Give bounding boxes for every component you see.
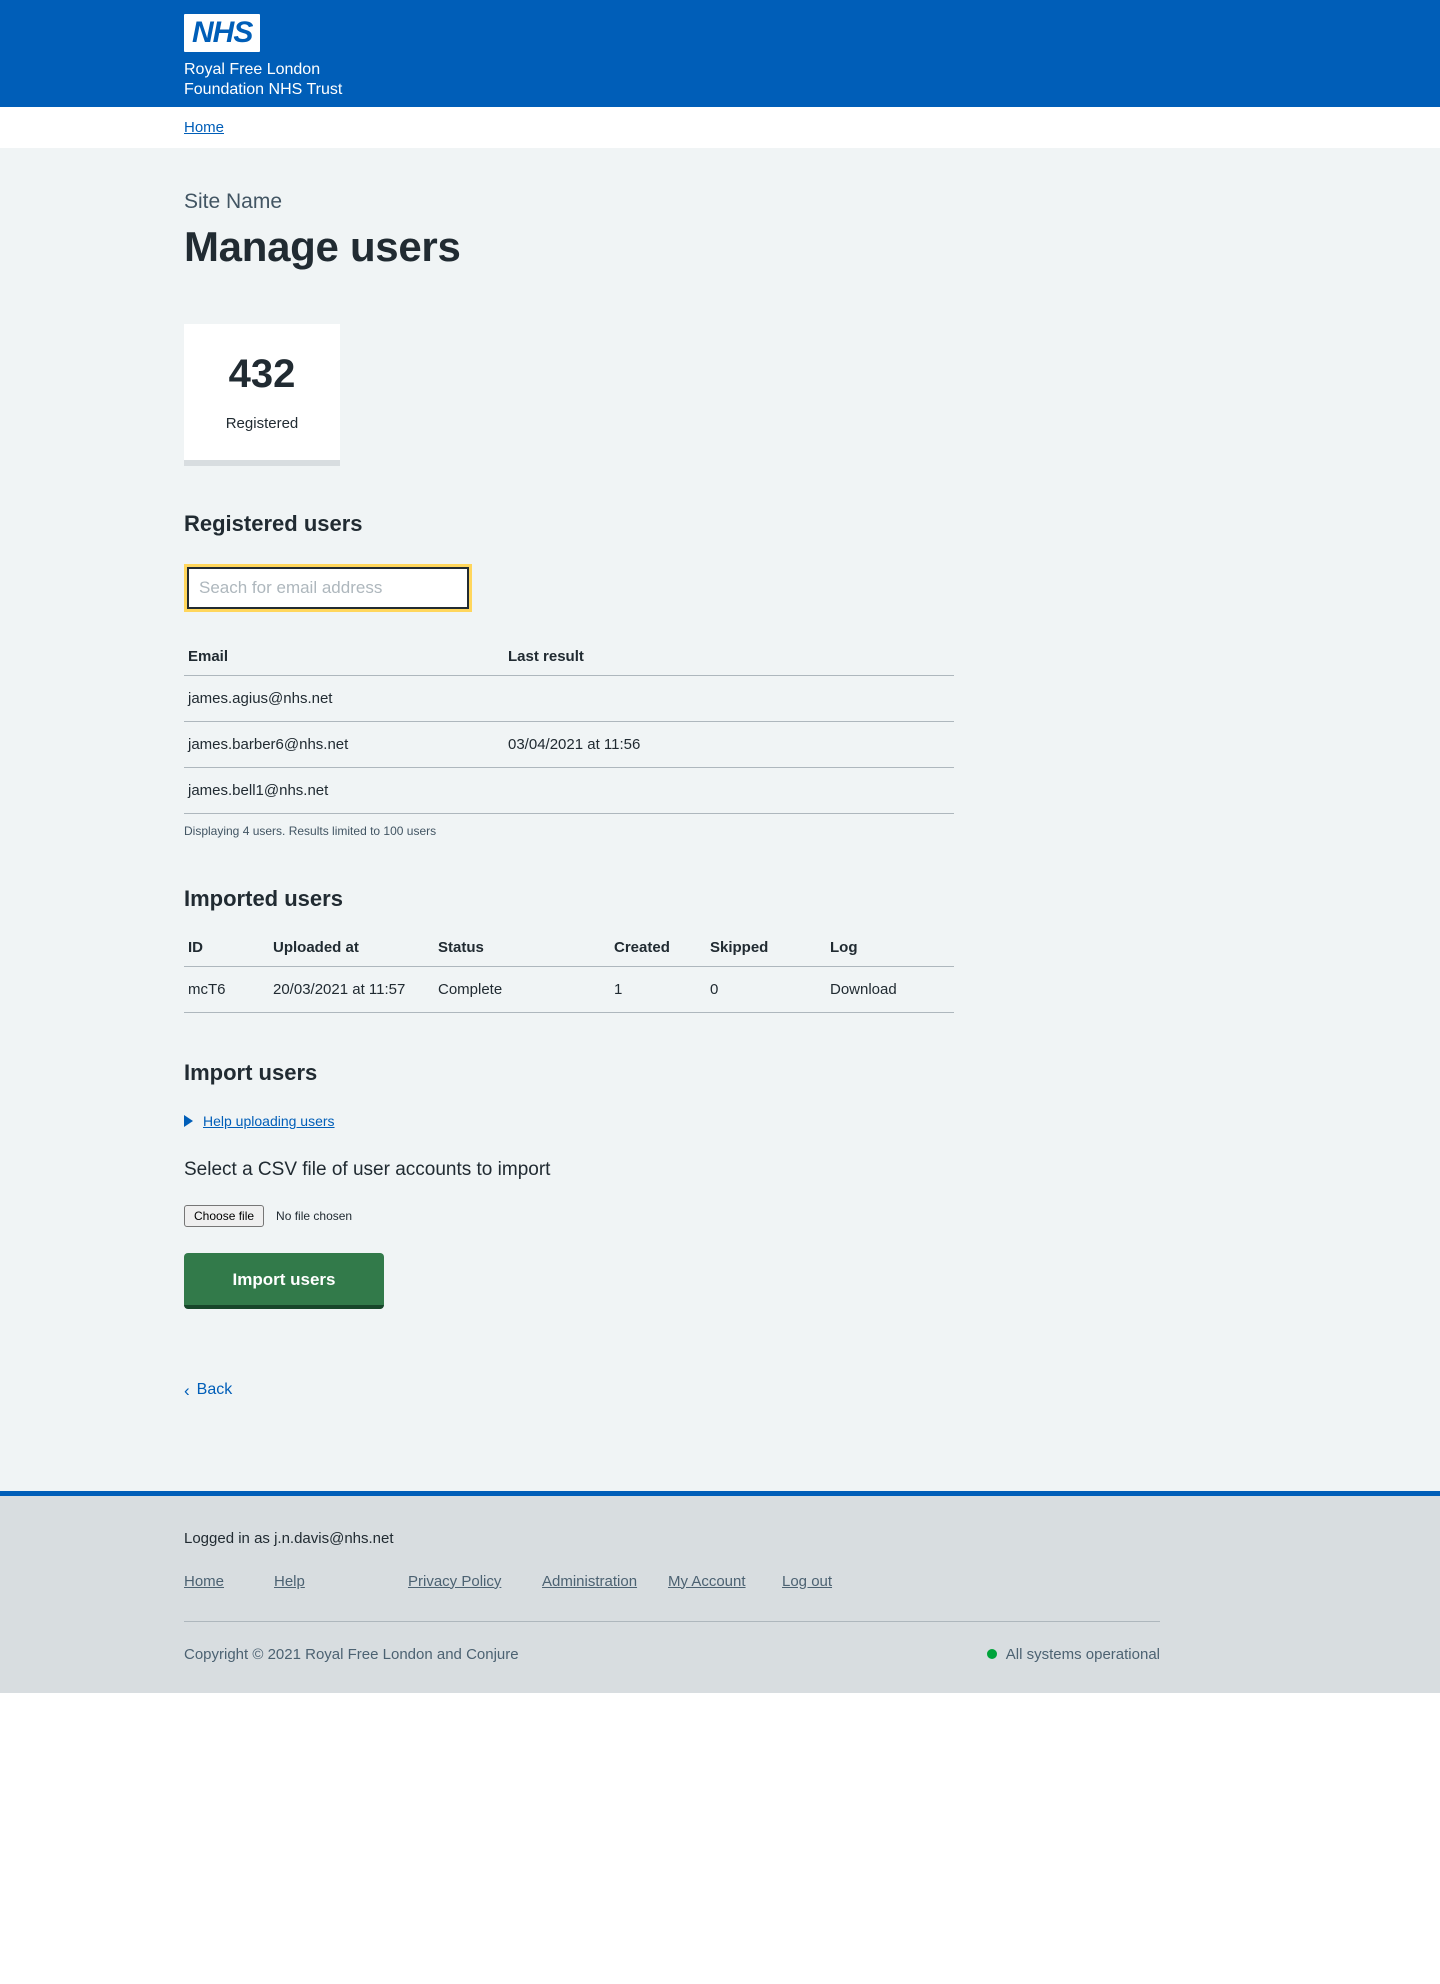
stat-label: Registered <box>225 415 299 432</box>
table-header-row: ID Uploaded at Status Created Skipped Lo… <box>184 939 954 967</box>
table-row: james.agius@nhs.net <box>184 675 954 722</box>
footer-link-privacy-policy[interactable]: Privacy Policy <box>408 1573 501 1590</box>
footer-link-log-out[interactable]: Log out <box>782 1573 832 1590</box>
column-header-skipped: Skipped <box>706 939 826 967</box>
trust-name: Royal Free London Foundation NHS Trust <box>184 60 1440 100</box>
footer-links: Home Help Privacy Policy Administration … <box>184 1573 1160 1591</box>
nhs-logo: NHS <box>184 14 261 52</box>
logged-in-status: Logged in as j.n.davis@nhs.net <box>184 1529 394 1547</box>
footer-link-my-account[interactable]: My Account <box>668 1573 746 1590</box>
cell-email: james.barber6@nhs.net <box>184 721 504 768</box>
back-link-label: Back <box>196 1381 233 1398</box>
cell-created: 1 <box>610 966 706 1013</box>
cell-skipped: 0 <box>706 966 826 1013</box>
import-users-heading: Import users <box>184 1060 318 1085</box>
cell-email: james.bell1@nhs.net <box>184 767 504 814</box>
back-link-row: ‹ Back <box>184 1381 954 1401</box>
stat-card-row: 432 Registered <box>184 324 954 466</box>
footer-bottom: Copyright © 2021 Royal Free London and C… <box>184 1646 1160 1663</box>
table-row: mcT6 20/03/2021 at 11:57 Complete 1 0 Do… <box>184 966 954 1013</box>
column-header-created: Created <box>610 939 706 967</box>
search-focus-ring <box>184 564 472 612</box>
column-header-uploaded-at: Uploaded at <box>269 939 434 967</box>
import-users-button[interactable]: Import users <box>184 1253 384 1309</box>
stat-value: 432 <box>228 352 296 396</box>
registered-users-heading: Registered users <box>184 511 363 536</box>
trust-name-line2: Foundation NHS Trust <box>184 81 343 98</box>
footer-link-administration[interactable]: Administration <box>542 1573 637 1590</box>
copyright-text: Copyright © 2021 Royal Free London and C… <box>184 1645 519 1663</box>
download-log-link[interactable]: Download <box>830 981 897 998</box>
cell-id: mcT6 <box>184 966 269 1013</box>
help-uploading-disclosure[interactable]: Help uploading users <box>184 1113 954 1129</box>
help-uploading-summary: Help uploading users <box>203 1113 335 1129</box>
cell-last-result: 03/04/2021 at 11:56 <box>504 721 954 768</box>
table-header-row: Email Last result <box>184 648 954 676</box>
nhs-logo-block[interactable]: NHS <box>184 14 1440 52</box>
status-text: All systems operational <box>1005 1645 1160 1663</box>
cell-uploaded-at: 20/03/2021 at 11:57 <box>269 966 434 1013</box>
footer-divider <box>184 1620 1160 1622</box>
cell-email: james.agius@nhs.net <box>184 675 504 722</box>
column-header-log: Log <box>826 939 954 967</box>
csv-field-label: Select a CSV file of user accounts to im… <box>184 1159 551 1180</box>
trust-name-line1: Royal Free London <box>184 61 321 78</box>
chevron-right-icon <box>184 1115 193 1127</box>
registered-users-section: Registered users Email Last result james… <box>184 510 954 839</box>
page-root: NHS Royal Free London Foundation NHS Tru… <box>0 0 1440 1693</box>
breadcrumb-link-home[interactable]: Home <box>184 119 224 136</box>
file-status-text: No file chosen <box>276 1209 353 1223</box>
csv-file-input[interactable]: Choose file No file chosen <box>184 1205 954 1227</box>
footer-link-home[interactable]: Home <box>184 1573 224 1590</box>
breadcrumb: Home <box>0 107 1440 148</box>
cell-last-result <box>504 675 954 722</box>
table-row: james.barber6@nhs.net 03/04/2021 at 11:5… <box>184 721 954 768</box>
cell-log: Download <box>826 966 954 1013</box>
chevron-left-icon: ‹ <box>184 1380 190 1400</box>
cell-last-result <box>504 767 954 814</box>
site-footer: Logged in as j.n.davis@nhs.net Home Help… <box>0 1495 1440 1693</box>
system-status: All systems operational <box>986 1645 1160 1663</box>
status-dot-icon <box>986 1649 997 1659</box>
column-header-email: Email <box>184 648 504 676</box>
imported-users-table: ID Uploaded at Status Created Skipped Lo… <box>184 939 954 1013</box>
back-link[interactable]: ‹ Back <box>184 1381 232 1399</box>
page-title: Manage users <box>184 223 461 270</box>
import-users-section: Import users Help uploading users Select… <box>184 1059 954 1381</box>
cell-status: Complete <box>434 966 610 1013</box>
registered-users-table: Email Last result james.agius@nhs.net ja… <box>184 648 954 814</box>
site-name: Site Name <box>184 190 283 213</box>
nhs-header: NHS Royal Free London Foundation NHS Tru… <box>0 0 1440 107</box>
column-header-id: ID <box>184 939 269 967</box>
column-header-status: Status <box>434 939 610 967</box>
search-input[interactable] <box>187 567 469 609</box>
footer-link-help[interactable]: Help <box>274 1573 305 1590</box>
choose-file-button[interactable]: Choose file <box>184 1205 265 1227</box>
registered-count-card: 432 Registered <box>184 324 340 466</box>
imported-users-section: Imported users ID Uploaded at Status Cre… <box>184 885 954 1013</box>
registered-users-caption: Displaying 4 users. Results limited to 1… <box>184 824 437 838</box>
imported-users-heading: Imported users <box>184 886 343 911</box>
main-content: Site Name Manage users 432 Registered Re… <box>0 148 1440 1491</box>
column-header-last-result: Last result <box>504 648 954 676</box>
table-row: james.bell1@nhs.net <box>184 767 954 814</box>
